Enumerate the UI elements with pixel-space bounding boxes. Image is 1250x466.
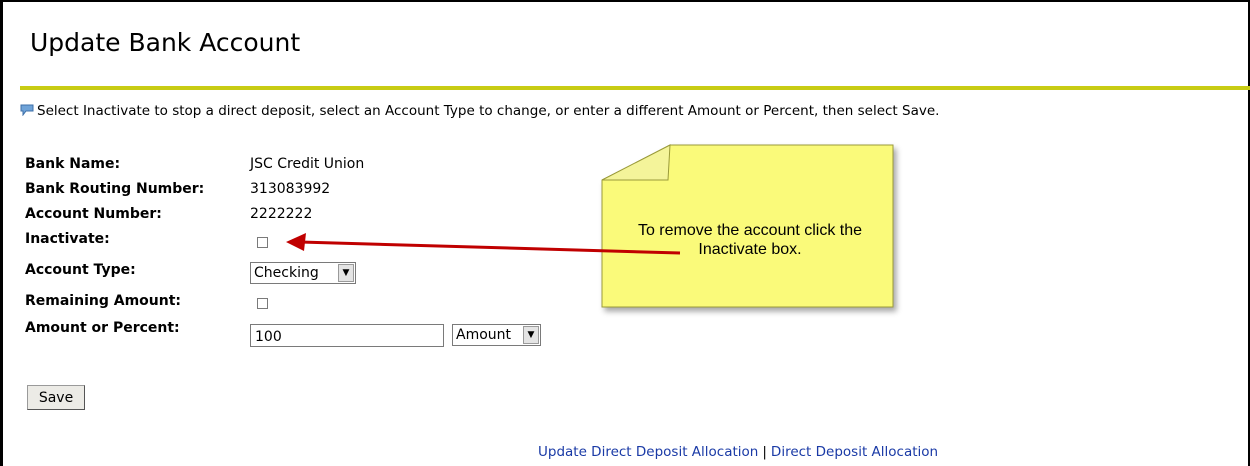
note-fold [601,144,671,181]
link-separator: | [762,444,767,460]
footer-links: Update Direct Deposit Allocation | Direct … [538,444,938,460]
update-direct-deposit-link[interactable]: Update Direct Deposit Allocation [538,444,758,460]
pointer-arrow-head [286,233,306,251]
direct-deposit-allocation-link[interactable]: Direct Deposit Allocation [771,444,938,460]
callout-text: To remove the account click the Inactiva… [637,222,863,258]
